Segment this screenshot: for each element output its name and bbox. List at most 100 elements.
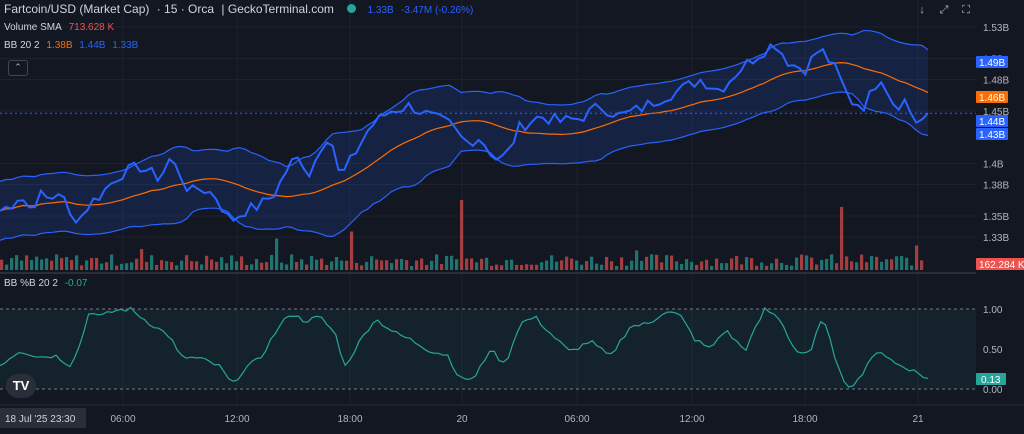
- collapse-legend-button[interactable]: ⌃: [8, 60, 28, 76]
- volume-bar: [465, 258, 469, 270]
- price-axis-label: 1.46B: [979, 93, 1005, 104]
- volume-bar: [135, 258, 139, 270]
- volume-bar: [855, 262, 859, 270]
- volume-bar: [300, 259, 304, 270]
- volume-bar: [525, 264, 529, 270]
- volume-bar: [155, 264, 159, 270]
- volume-bar: [130, 262, 134, 270]
- volume-bar: [690, 261, 694, 270]
- volume-bar: [600, 264, 604, 270]
- tradingview-logo[interactable]: TV: [6, 374, 36, 398]
- volume-bar: [585, 260, 589, 270]
- volume-bar: [665, 255, 669, 270]
- volume-bar: [570, 258, 574, 270]
- volume-bar: [85, 260, 89, 270]
- volume-bar: [830, 254, 834, 270]
- time-tick-label: 18:00: [792, 414, 817, 425]
- time-tick-label: 12:00: [679, 414, 704, 425]
- volume-bar: [720, 263, 724, 270]
- volume-legend[interactable]: Volume SMA 713.628 K: [4, 22, 118, 33]
- volume-bar: [325, 264, 329, 270]
- bollinger-band-fill: [0, 30, 928, 241]
- chevron-up-icon: ⌃: [14, 62, 22, 72]
- pctb-tick-label: 0.00: [983, 385, 1003, 396]
- volume-bar: [730, 258, 734, 270]
- crosshair-time-label: 18 Jul '25 23:30: [5, 414, 76, 425]
- volume-bar: [920, 260, 924, 270]
- volume-bar: [775, 258, 779, 270]
- volume-bar: [785, 264, 789, 270]
- volume-bar: [265, 262, 269, 270]
- bb-upper-value: 1.44B: [79, 40, 106, 51]
- volume-bar: [380, 260, 384, 270]
- fullscreen-button[interactable]: ⛶: [956, 2, 976, 18]
- volume-bar: [540, 262, 544, 270]
- time-tick-label: 18:00: [337, 414, 362, 425]
- volume-bar: [375, 259, 379, 270]
- volume-bar: [635, 250, 639, 270]
- volume-bar: [280, 262, 284, 270]
- volume-bar: [545, 260, 549, 270]
- volume-bar: [510, 259, 514, 270]
- volume-bar: [305, 264, 309, 270]
- volume-bar: [110, 254, 114, 270]
- volume-bar: [75, 255, 79, 270]
- volume-bar: [630, 260, 634, 270]
- header-change: -3.47M (-0.26%): [401, 5, 474, 16]
- price-tick-label: 1.48B: [983, 76, 1009, 87]
- volume-bar: [895, 256, 899, 270]
- header-interval: · 15 · Orca: [156, 2, 215, 16]
- volume-bar: [150, 255, 154, 270]
- volume-bar: [40, 259, 44, 270]
- price-axis-label: 162.284 K: [979, 260, 1024, 271]
- volume-bar: [140, 249, 144, 270]
- volume-bar: [230, 255, 234, 270]
- volume-bar: [20, 260, 24, 270]
- volume-bar: [270, 254, 274, 270]
- volume-bar: [15, 255, 19, 270]
- volume-bar: [760, 262, 764, 270]
- volume-bar: [250, 264, 254, 270]
- volume-bar: [680, 263, 684, 270]
- volume-bar: [605, 256, 609, 270]
- volume-bar: [900, 255, 904, 270]
- expand-button[interactable]: ⤢: [934, 2, 954, 18]
- volume-bar: [450, 255, 454, 270]
- volume-bar: [705, 259, 709, 270]
- time-tick-label: 06:00: [110, 414, 135, 425]
- price-tick-label: 1.38B: [983, 181, 1009, 192]
- volume-bar: [215, 261, 219, 270]
- volume-bar: [125, 263, 129, 270]
- volume-bar: [45, 258, 49, 270]
- volume-bar: [195, 261, 199, 270]
- volume-bar: [95, 257, 99, 270]
- volume-bar: [410, 265, 414, 270]
- volume-bar: [345, 260, 349, 270]
- volume-bar: [420, 258, 424, 270]
- volume-bar: [565, 256, 569, 270]
- fullscreen-icon: ⛶: [962, 4, 970, 16]
- status-dot: [347, 4, 357, 13]
- volume-bar: [60, 258, 64, 270]
- volume-bar: [310, 256, 314, 270]
- pctb-legend[interactable]: BB %B 20 2 -0.07: [4, 278, 92, 289]
- volume-bar: [185, 255, 189, 270]
- bb-legend[interactable]: BB 20 2 1.38B 1.44B 1.33B: [4, 40, 142, 51]
- volume-bar: [495, 264, 499, 270]
- scroll-down-button[interactable]: ↓: [912, 2, 932, 18]
- volume-bar: [905, 257, 909, 270]
- volume-bar: [725, 263, 729, 270]
- volume-bar: [620, 257, 624, 270]
- pctb-tick-label: 1.00: [983, 305, 1003, 316]
- volume-bar: [165, 261, 169, 270]
- volume-bar: [240, 256, 244, 270]
- volume-bar: [815, 264, 819, 270]
- pctb-tick-label: 0.50: [983, 345, 1003, 356]
- pctb-axis-label: 0.13: [981, 375, 1001, 386]
- time-tick-label: 21: [912, 414, 924, 425]
- volume-bar: [560, 260, 564, 270]
- volume-bar: [445, 255, 449, 270]
- volume-bar: [460, 200, 464, 270]
- volume-bar: [400, 258, 404, 270]
- pctb-value: -0.07: [64, 278, 88, 289]
